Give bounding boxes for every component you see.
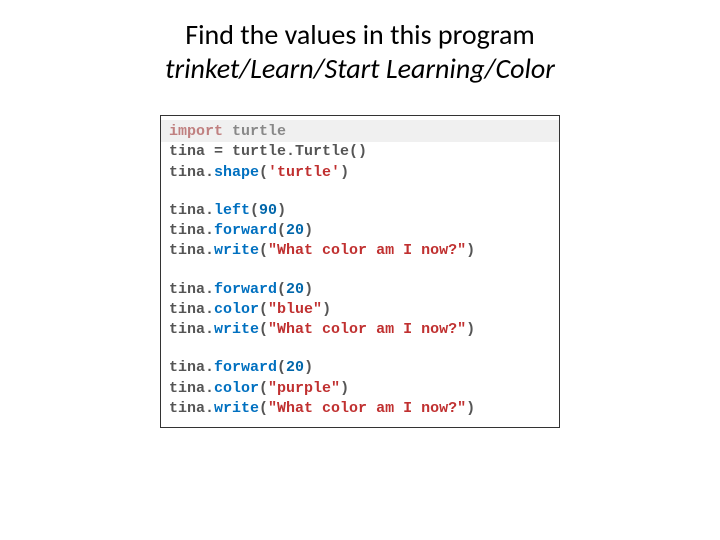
code-token: "blue": [268, 301, 322, 318]
code-token: ): [340, 380, 349, 397]
code-token: write: [214, 321, 259, 338]
code-line: tina.color("blue"): [169, 300, 551, 320]
code-token: color: [214, 380, 259, 397]
code-token: ): [340, 164, 349, 181]
code-token: "What color am I now?": [268, 400, 466, 417]
code-line: tina.write("What color am I now?"): [169, 399, 551, 419]
code-token: left: [214, 202, 250, 219]
code-token: "What color am I now?": [268, 321, 466, 338]
code-token: (: [250, 202, 259, 219]
code-token: tina = turtle.Turtle(): [169, 143, 367, 160]
code-token: (: [259, 380, 268, 397]
code-line: tina.forward(20): [169, 358, 551, 378]
code-token: "What color am I now?": [268, 242, 466, 259]
code-token: ): [304, 222, 313, 239]
blank-line: [169, 262, 551, 280]
code-token: tina.: [169, 301, 214, 318]
code-token: ): [322, 301, 331, 318]
code-block: import turtletina = turtle.Turtle()tina.…: [160, 115, 560, 428]
code-token: turtle: [232, 123, 286, 140]
code-token: tina.: [169, 242, 214, 259]
code-token: (: [259, 301, 268, 318]
code-token: (: [277, 222, 286, 239]
code-token: forward: [214, 222, 277, 239]
code-token: 20: [286, 359, 304, 376]
code-line: tina.write("What color am I now?"): [169, 241, 551, 261]
code-line: tina.left(90): [169, 201, 551, 221]
code-token: tina.: [169, 281, 214, 298]
code-token: ): [304, 359, 313, 376]
code-token: [223, 123, 232, 140]
code-token: tina.: [169, 164, 214, 181]
code-token: import: [169, 123, 223, 140]
code-token: forward: [214, 281, 277, 298]
code-token: "purple": [268, 380, 340, 397]
blank-line: [169, 183, 551, 201]
code-line: tina.write("What color am I now?"): [169, 320, 551, 340]
blank-line: [169, 340, 551, 358]
title: Find the values in this program: [0, 18, 720, 52]
code-token: (: [259, 321, 268, 338]
code-token: (: [259, 164, 268, 181]
code-token: ): [466, 321, 475, 338]
code-token: (: [277, 281, 286, 298]
code-token: tina.: [169, 222, 214, 239]
code-token: (: [277, 359, 286, 376]
code-line: tina.forward(20): [169, 280, 551, 300]
code-line: tina.shape('turtle'): [169, 163, 551, 183]
code-token: tina.: [169, 202, 214, 219]
code-token: ): [277, 202, 286, 219]
code-line: tina.forward(20): [169, 221, 551, 241]
code-token: ): [304, 281, 313, 298]
code-token: color: [214, 301, 259, 318]
code-token: tina.: [169, 321, 214, 338]
code-token: ): [466, 400, 475, 417]
code-token: 'turtle': [268, 164, 340, 181]
code-token: (: [259, 400, 268, 417]
code-line: import turtle: [161, 120, 559, 142]
code-token: tina.: [169, 359, 214, 376]
code-token: forward: [214, 359, 277, 376]
code-token: 20: [286, 281, 304, 298]
code-token: ): [466, 242, 475, 259]
code-token: write: [214, 242, 259, 259]
code-token: 90: [259, 202, 277, 219]
code-token: shape: [214, 164, 259, 181]
code-token: (: [259, 242, 268, 259]
code-token: write: [214, 400, 259, 417]
code-token: tina.: [169, 380, 214, 397]
code-line: tina.color("purple"): [169, 379, 551, 399]
code-token: tina.: [169, 400, 214, 417]
code-line: tina = turtle.Turtle(): [169, 142, 551, 162]
header: Find the values in this program trinket/…: [0, 0, 720, 97]
code-token: 20: [286, 222, 304, 239]
subtitle: trinket/Learn/Start Learning/Color: [0, 52, 720, 86]
